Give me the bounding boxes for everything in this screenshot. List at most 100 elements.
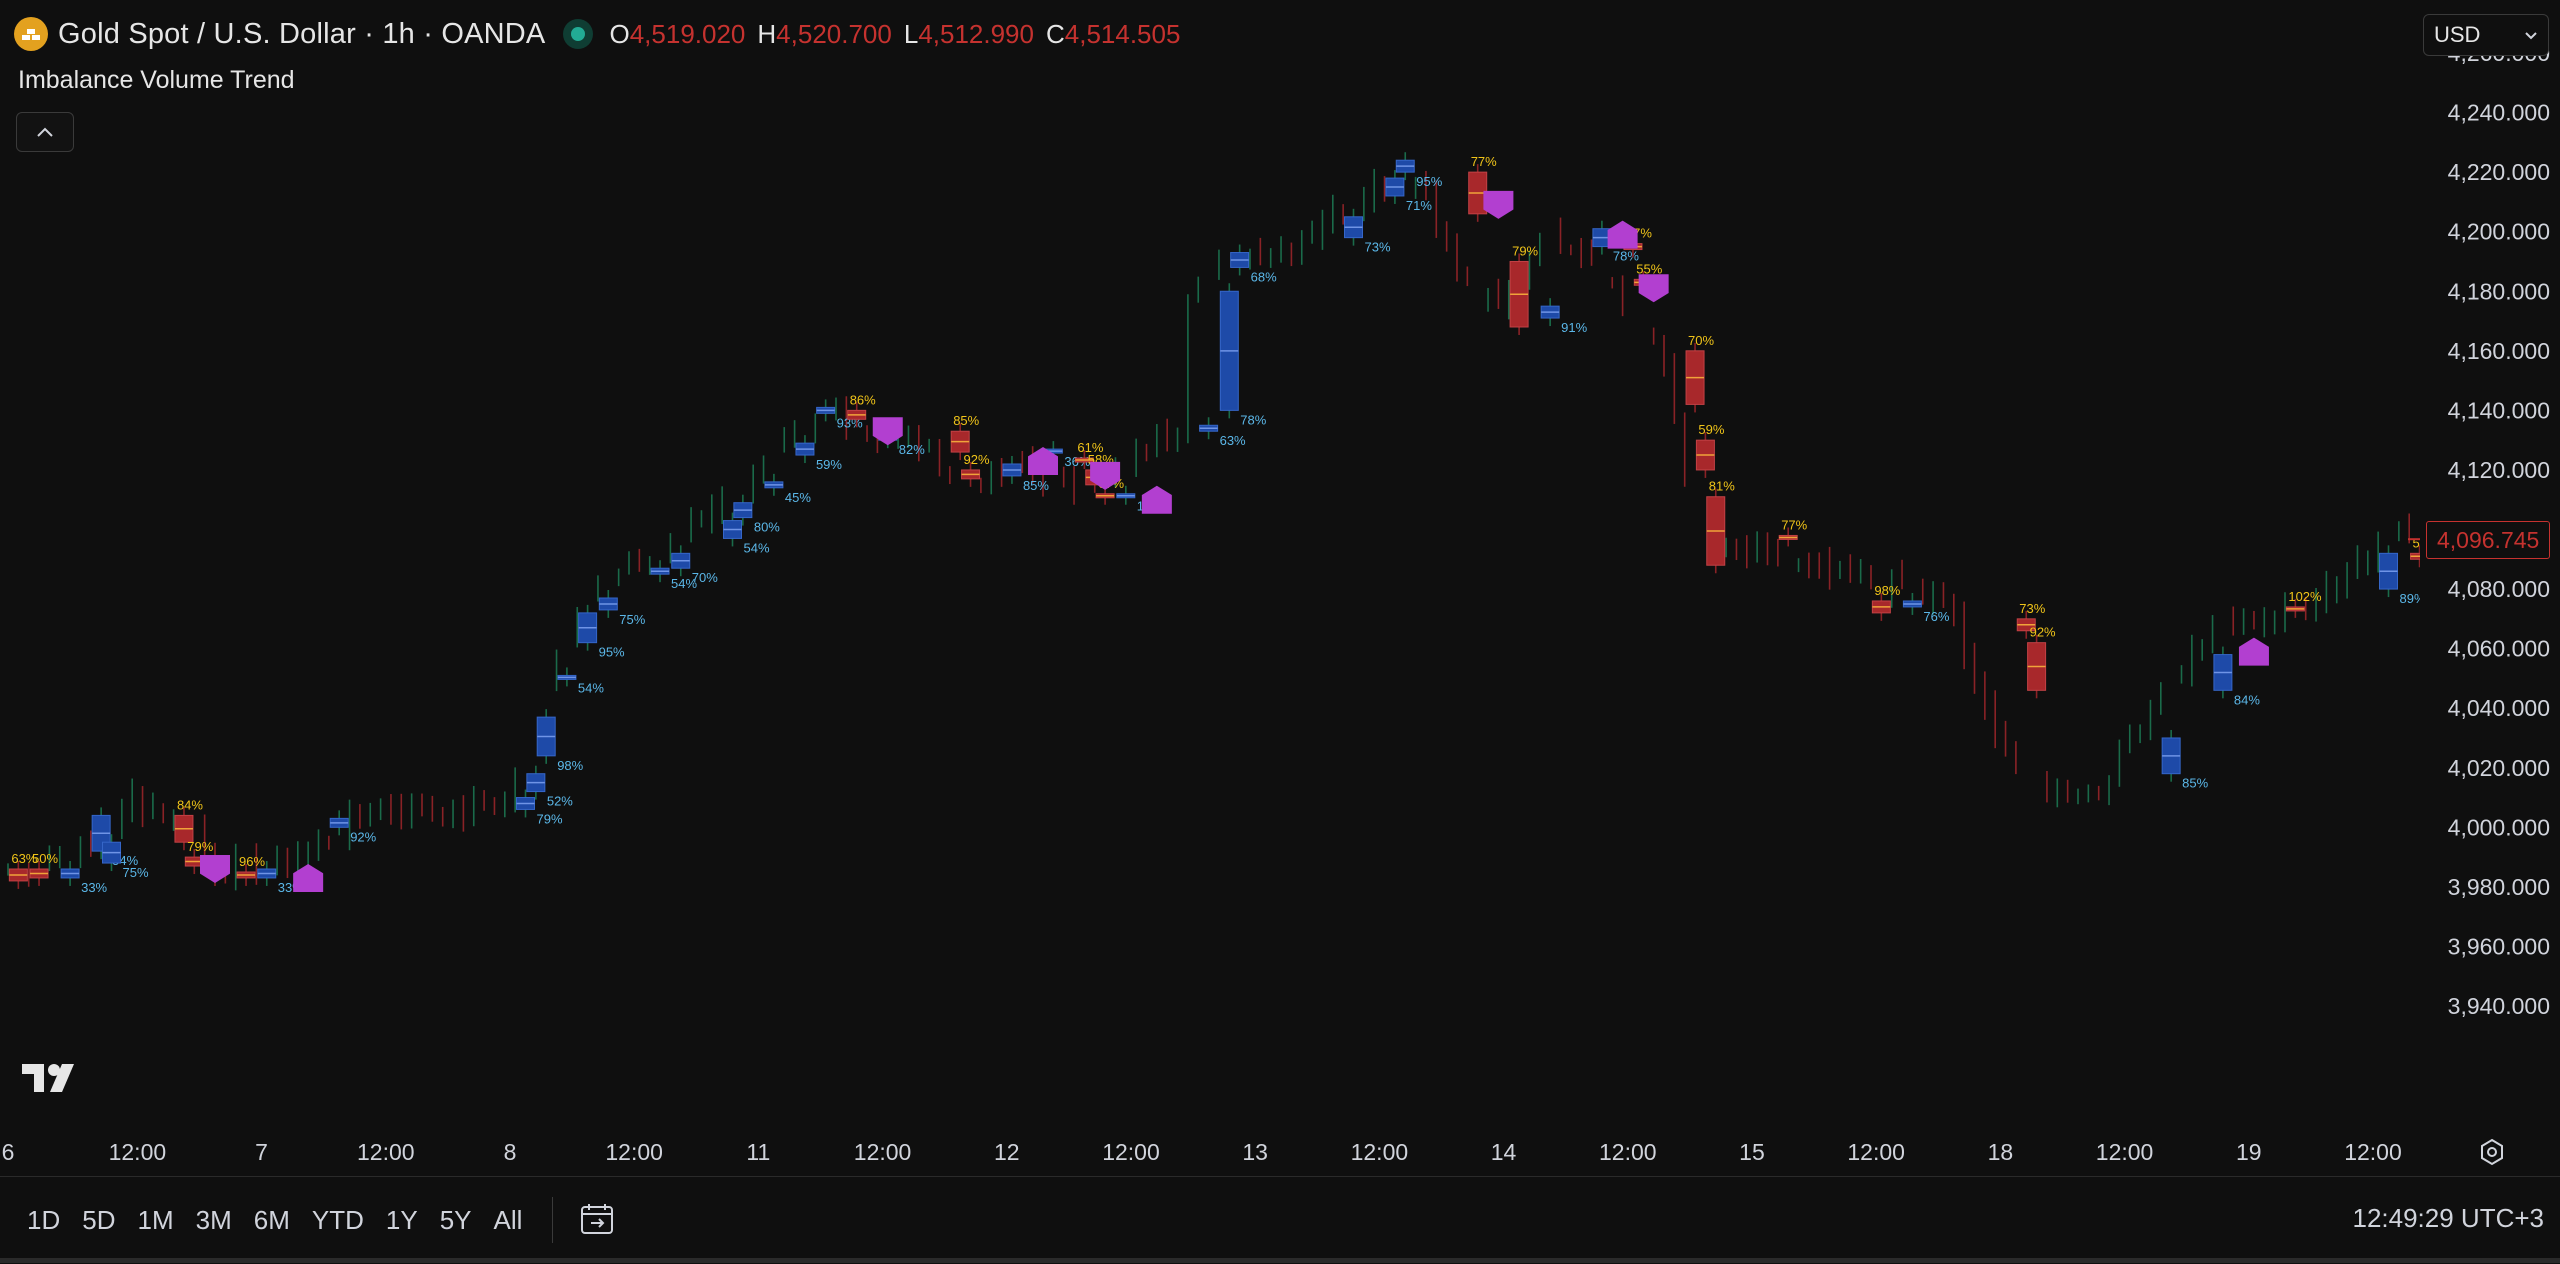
imbalance-percent-label: 85% (953, 413, 979, 428)
time-tick-label: 7 (255, 1139, 268, 1165)
imbalance-percent-label: 70% (1688, 333, 1714, 348)
signal-marker (1141, 485, 1172, 514)
price-tick-label: 3,960.000 (2448, 933, 2550, 959)
imbalance-percent-label: 102% (2288, 589, 2322, 604)
imbalance-percent-label: 71% (1406, 198, 1432, 213)
imbalance-percent-label: 75% (619, 612, 645, 627)
imbalance-percent-label: 86% (850, 392, 876, 407)
imbalance-percent-label: 79% (187, 839, 213, 854)
price-tick-label: 4,180.000 (2448, 278, 2550, 304)
go-to-date-button[interactable] (574, 1197, 622, 1243)
time-tick-label: 14 (1491, 1139, 1517, 1165)
time-tick-label: 12:00 (2096, 1139, 2154, 1165)
price-chart[interactable]: 63%50%33%54%75%84%79%96%33%92%79%52%98%5… (0, 0, 2420, 1130)
range-6m-button[interactable]: 6M (243, 1199, 301, 1241)
chevron-up-icon (37, 127, 53, 137)
imbalance-percent-label: 52% (547, 794, 573, 809)
imbalance-percent-label: 84% (2234, 692, 2260, 707)
gear-icon[interactable] (2474, 1134, 2510, 1170)
time-tick-label: 12:00 (1351, 1139, 1409, 1165)
gold-logo-icon (14, 17, 48, 51)
price-axis[interactable]: 4,260.0004,240.0004,220.0004,200.0004,18… (2420, 0, 2560, 1130)
range-1y-button[interactable]: 1Y (375, 1199, 429, 1241)
indicator-name[interactable]: Imbalance Volume Trend (18, 66, 295, 95)
imbalance-percent-label: 75% (123, 865, 149, 880)
imbalance-percent-label: 92% (2030, 625, 2056, 640)
calendar-icon (581, 1204, 613, 1234)
time-axis[interactable]: 6 12:00 7 12:00 8 12:00 11 12:00 12 12:00 13 12:00 1… (0, 1130, 2420, 1174)
symbol-title[interactable]: Gold Spot / U.S. Dollar · 1h · OANDA (58, 18, 545, 51)
signal-marker (1483, 190, 1514, 219)
imbalance-percent-label: 95% (599, 645, 625, 660)
imbalance-percent-label: 59% (816, 457, 842, 472)
tradingview-logo-icon[interactable] (22, 1062, 84, 1099)
ohlc-low-value: 4,512.990 (918, 18, 1034, 49)
time-tick-label: 12:00 (2344, 1139, 2402, 1165)
range-5y-button[interactable]: 5Y (429, 1199, 483, 1241)
time-tick-label: 19 (2236, 1139, 2262, 1165)
price-tick-label: 4,120.000 (2448, 457, 2550, 483)
imbalance-percent-label: 78% (1240, 412, 1266, 427)
imbalance-percent-label: 82% (899, 442, 925, 457)
imbalance-percent-label: 96% (239, 854, 265, 869)
ohlc-values: O4,519.020 H4,520.700 L4,512.990 C4,514.… (609, 19, 1180, 50)
chart-header: Gold Spot / U.S. Dollar · 1h · OANDA O4,… (14, 14, 1180, 54)
imbalance-percent-label: 33% (81, 880, 107, 895)
imbalance-percent-label: 55% (2413, 535, 2420, 550)
time-tick-label: 12:00 (1102, 1139, 1160, 1165)
time-tick-label: 12:00 (1599, 1139, 1657, 1165)
imbalance-percent-label: 54% (744, 540, 770, 555)
currency-select[interactable]: USD (2423, 14, 2549, 56)
ohlc-low-label: L (903, 18, 919, 49)
ohlc-open-label: O (609, 18, 630, 49)
imbalance-percent-label: 95% (1416, 174, 1442, 189)
imbalance-percent-label: 89% (2400, 591, 2421, 606)
price-tick-label: 4,080.000 (2448, 576, 2550, 602)
signal-marker (2238, 637, 2269, 666)
imbalance-percent-label: 92% (964, 452, 990, 467)
time-tick-label: 15 (1739, 1139, 1765, 1165)
market-status-icon[interactable] (563, 19, 594, 49)
imbalance-percent-label: 77% (1471, 154, 1497, 169)
price-tick-label: 4,160.000 (2448, 338, 2550, 364)
imbalance-percent-label: 79% (1512, 243, 1538, 258)
price-tick-label: 4,140.000 (2448, 397, 2550, 423)
chart-pane[interactable]: 63% 50% 33% 54% 75% 84% 79% 96% 33% 92% 79% 52% 98% 5… (0, 0, 2420, 1130)
bottom-toolbar: 1D 5D 1M 3M 6M YTD 1Y 5Y All 12:49:29 UT… (0, 1176, 2560, 1264)
time-tick-label: 11 (746, 1139, 770, 1165)
toolbar-divider (552, 1197, 553, 1243)
time-tick-label: 12:00 (357, 1139, 415, 1165)
range-3m-button[interactable]: 3M (185, 1199, 243, 1241)
time-tick-label: 12 (994, 1139, 1020, 1165)
range-5d-button[interactable]: 5D (71, 1199, 126, 1241)
time-tick-label: 6 (2, 1139, 15, 1165)
imbalance-percent-label: 76% (1923, 609, 1949, 624)
price-tick-label: 3,940.000 (2448, 993, 2550, 1019)
price-tick-label: 4,240.000 (2448, 100, 2550, 126)
collapse-indicators-button[interactable] (16, 112, 74, 152)
range-1m-button[interactable]: 1M (127, 1199, 185, 1241)
currency-label: USD (2434, 22, 2481, 47)
imbalance-percent-label: 92% (350, 829, 376, 844)
time-tick-label: 12:00 (605, 1139, 663, 1165)
imbalance-percent-label: 85% (1023, 478, 1049, 493)
range-1d-button[interactable]: 1D (16, 1199, 71, 1241)
imbalance-percent-label: 73% (2019, 601, 2045, 616)
price-tick-label: 4,220.000 (2448, 159, 2550, 185)
imbalance-percent-label: 70% (692, 570, 718, 585)
current-price-label: 4,096.745 (2426, 521, 2551, 560)
ohlc-close-label: C (1045, 18, 1065, 49)
imbalance-percent-label: 55% (1636, 261, 1662, 276)
imbalance-percent-label: 98% (1874, 583, 1900, 598)
price-tick-label: 4,020.000 (2448, 755, 2550, 781)
imbalance-percent-label: 73% (1365, 240, 1391, 255)
date-range-buttons: 1D 5D 1M 3M 6M YTD 1Y 5Y All (16, 1199, 533, 1241)
time-tick-label: 12:00 (1847, 1139, 1905, 1165)
price-tick-label: 4,000.000 (2448, 814, 2550, 840)
price-tick-label: 4,040.000 (2448, 695, 2550, 721)
range-ytd-button[interactable]: YTD (301, 1199, 375, 1241)
imbalance-percent-label: 63% (1220, 433, 1246, 448)
ohlc-high-value: 4,520.700 (776, 18, 892, 49)
range-all-button[interactable]: All (483, 1199, 534, 1241)
clock-timezone[interactable]: 12:49:29 UTC+3 (2352, 1203, 2544, 1234)
